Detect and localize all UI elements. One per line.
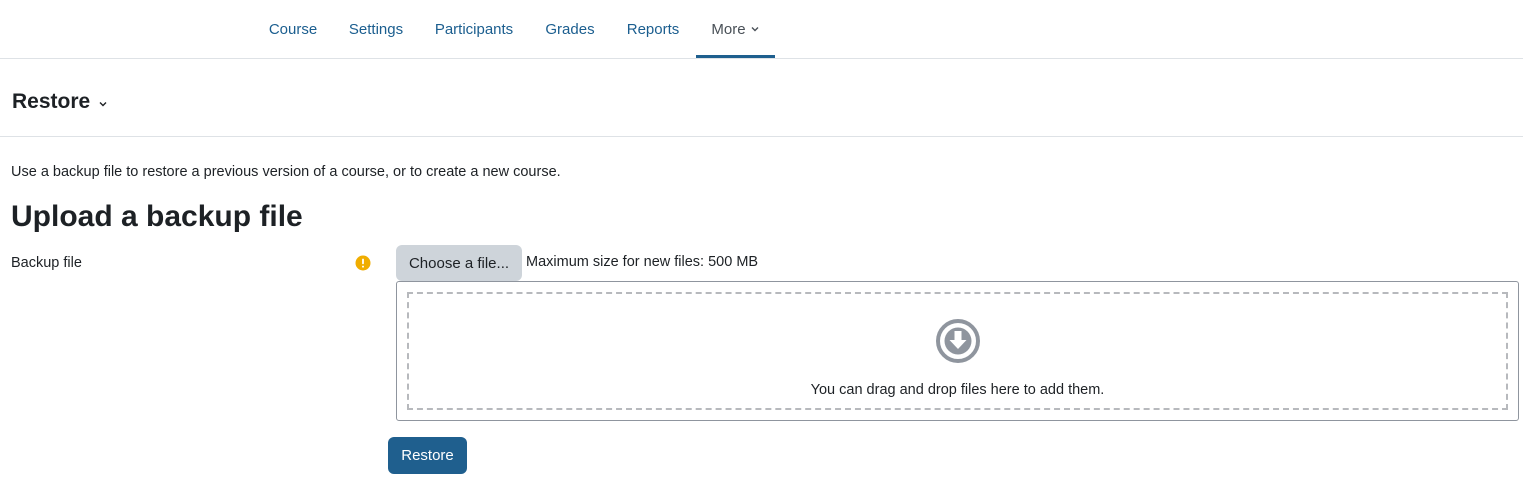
nav-item-reports[interactable]: Reports	[616, 0, 690, 58]
chevron-down-icon	[99, 102, 107, 107]
nav-item-label: Grades	[545, 20, 595, 38]
chevron-down-icon	[751, 27, 759, 32]
arrow-circle-down-icon	[936, 319, 980, 363]
nav-active-indicator	[696, 55, 775, 58]
page-heading: Upload a backup file	[11, 200, 303, 233]
choose-file-label: Choose a file...	[408, 254, 510, 272]
backup-file-label: Backup file	[11, 255, 82, 271]
nav-item-label: Participants	[434, 20, 514, 38]
restore-selector-dropdown[interactable]: Restore	[12, 90, 108, 114]
restore-selector-label: Restore	[12, 90, 91, 113]
max-size-text: Maximum size for new files: 500 MB	[526, 254, 759, 270]
exclamation-circle-icon[interactable]	[355, 255, 371, 271]
file-picker-container: You can drag and drop files here to add …	[396, 281, 1519, 421]
nav-item-course[interactable]: Course	[258, 0, 328, 58]
restore-button-label: Restore	[401, 447, 454, 464]
dropzone-text: You can drag and drop files here to add …	[810, 382, 1105, 398]
restore-button[interactable]: Restore	[388, 437, 467, 474]
nav-item-more[interactable]: More	[696, 0, 775, 58]
intro-text: Use a backup file to restore a previous …	[11, 164, 561, 180]
tertiary-navigation: Restore	[0, 59, 1523, 137]
nav-item-grades[interactable]: Grades	[535, 0, 605, 58]
nav-item-label: Settings	[348, 20, 404, 38]
nav-item-label: Reports	[626, 20, 680, 38]
file-dropzone[interactable]: You can drag and drop files here to add …	[407, 292, 1508, 410]
nav-item-label: More	[711, 20, 746, 38]
nav-item-participants[interactable]: Participants	[424, 0, 524, 58]
choose-file-button[interactable]: Choose a file...	[396, 245, 522, 281]
secondary-navigation: Course Settings Participants Grades Repo…	[0, 0, 1523, 59]
nav-item-settings[interactable]: Settings	[338, 0, 414, 58]
nav-item-label: Course	[268, 20, 318, 38]
